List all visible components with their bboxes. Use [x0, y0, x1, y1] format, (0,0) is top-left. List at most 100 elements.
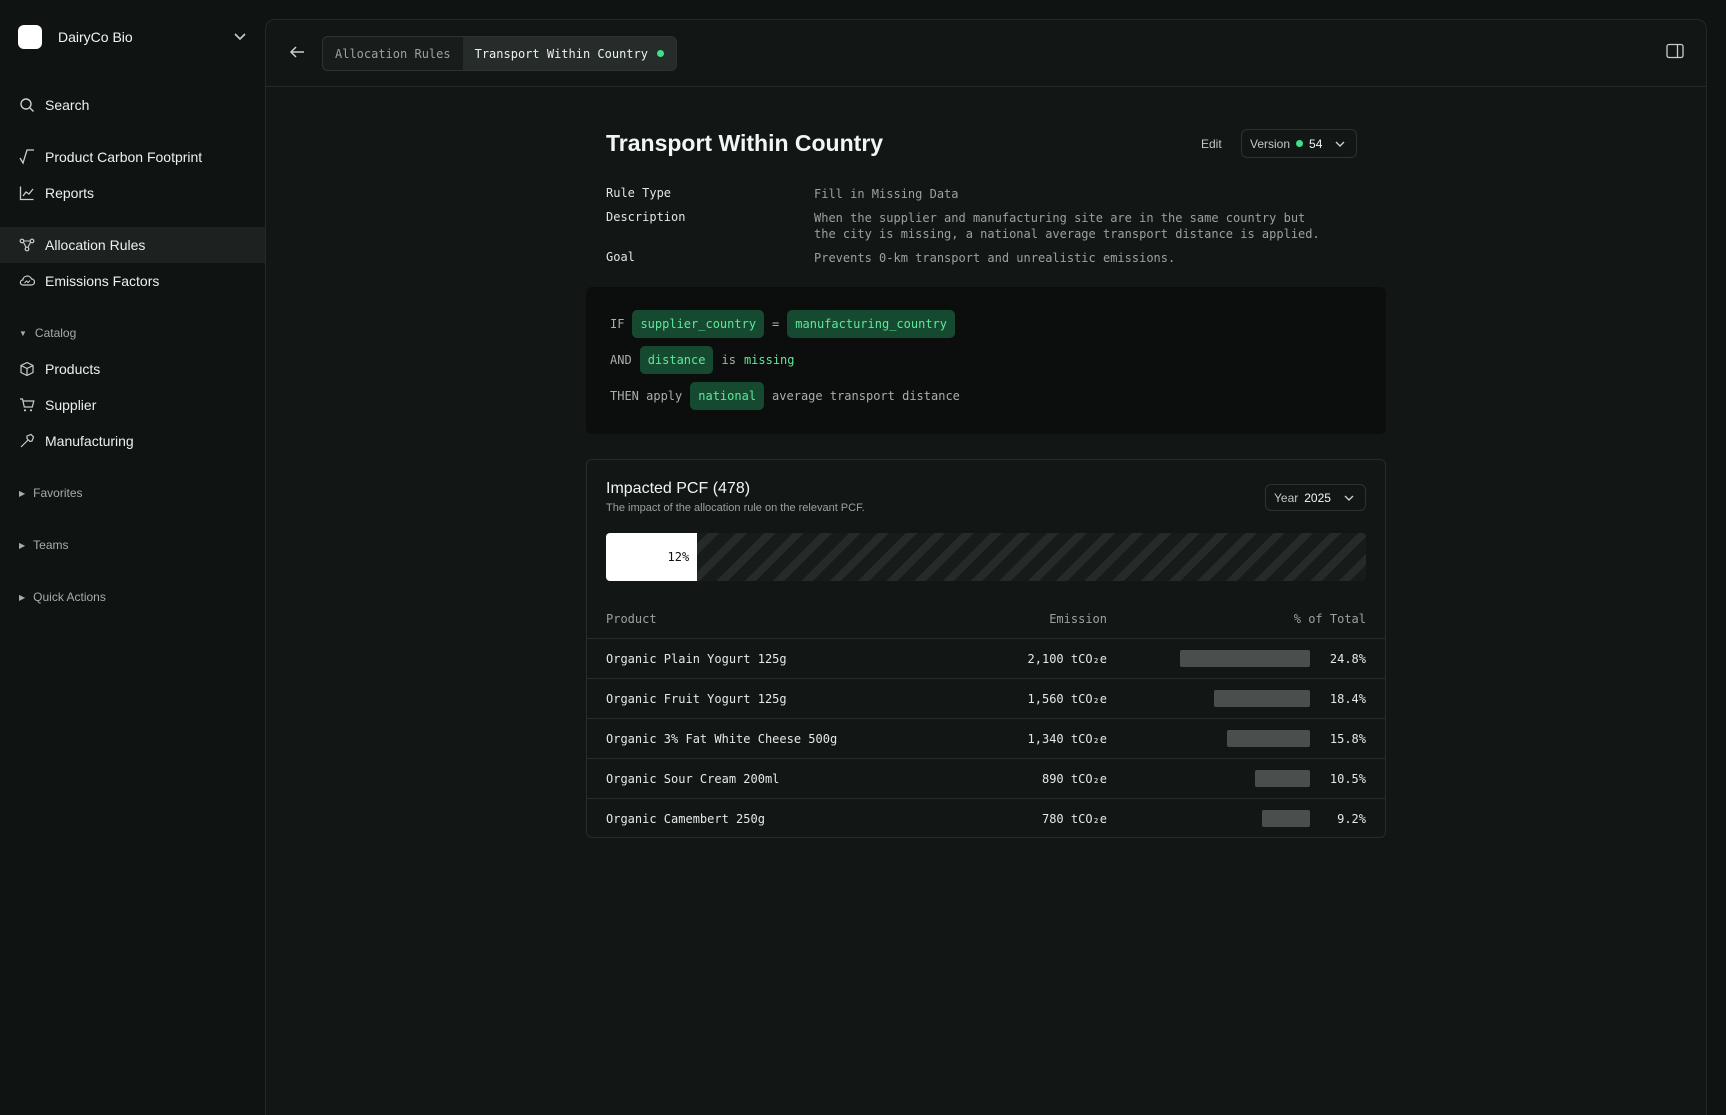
breadcrumb: Allocation Rules Transport Within Countr…	[322, 36, 677, 71]
sidebar-item-products[interactable]: Products	[0, 351, 266, 387]
search-icon	[20, 98, 34, 112]
cell-pct: 18.4%	[1329, 692, 1366, 706]
keyword-and: AND	[610, 353, 632, 367]
year-select[interactable]: Year 2025	[1265, 484, 1366, 511]
table-row[interactable]: Organic Sour Cream 200ml 890 tCO₂e 10.5%	[587, 758, 1385, 798]
sidebar-item-emissions-factors[interactable]: Emissions Factors	[0, 263, 266, 299]
caret-right-icon: ▶	[19, 592, 26, 602]
caret-right-icon: ▶	[19, 488, 26, 498]
version-number: 54	[1309, 136, 1323, 151]
meta-value-goal: Prevents 0-km transport and unrealistic …	[814, 251, 1176, 265]
impact-progress-bar: 12%	[606, 533, 1366, 581]
keyword-if: IF	[610, 317, 625, 331]
edit-button[interactable]: Edit	[1201, 137, 1222, 151]
cell-product: Organic Plain Yogurt 125g	[606, 652, 787, 666]
card-subtitle: The impact of the allocation rule on the…	[606, 502, 865, 514]
value-missing: missing	[743, 353, 795, 367]
cart-icon	[20, 398, 35, 412]
cell-pct: 10.5%	[1329, 772, 1366, 786]
cell-product: Organic Sour Cream 200ml	[606, 772, 780, 786]
table-row[interactable]: Organic Camembert 250g 780 tCO₂e 9.2%	[587, 798, 1385, 838]
breadcrumb-current-label: Transport Within Country	[474, 46, 648, 61]
sidebar-item-label: Product Carbon Footprint	[45, 149, 203, 165]
impact-progress-fill: 12%	[606, 533, 698, 581]
field-chip: national	[690, 382, 765, 410]
card-title: Impacted PCF (478)	[606, 480, 751, 497]
search-label: Search	[45, 97, 90, 113]
breadcrumb-allocation-rules[interactable]: Allocation Rules	[323, 37, 463, 70]
column-header-pct: % of Total	[1293, 612, 1366, 626]
sidebar-item-allocation-rules[interactable]: Allocation Rules	[0, 227, 266, 263]
field-chip: distance	[639, 346, 714, 374]
field-chip: manufacturing_country	[787, 310, 955, 338]
sidebar-item-reports[interactable]: Reports	[0, 175, 266, 211]
sidebar-item-label: Products	[45, 361, 101, 377]
cell-emission: 1,340 tCO₂e	[1027, 732, 1107, 746]
version-label: Version	[1250, 136, 1291, 151]
rule-line-if: IF supplier_country = manufacturing_coun…	[610, 310, 963, 338]
top-bar: Allocation Rules Transport Within Countr…	[266, 20, 1706, 87]
meta-value-rule-type: Fill in Missing Data	[814, 187, 959, 201]
sidebar-panel-icon[interactable]	[1666, 43, 1684, 59]
column-header-product: Product	[606, 612, 657, 626]
sidebar-item-label: Supplier	[45, 397, 97, 413]
meta-value-description: When the supplier and manufacturing site…	[814, 211, 1320, 241]
cell-share-bar	[1227, 730, 1310, 747]
teams-section-toggle[interactable]: ▶ Teams	[19, 536, 69, 554]
sidebar-item-label: Manufacturing	[45, 433, 134, 449]
box-icon	[20, 361, 34, 377]
cell-pct: 15.8%	[1329, 732, 1366, 746]
meta-label-rule-type: Rule Type	[606, 186, 672, 200]
meta-label-goal: Goal	[606, 250, 635, 264]
org-switcher[interactable]: DairyCo Bio	[18, 24, 248, 50]
sidebar: DairyCo Bio Search Product Carbon Footpr…	[0, 0, 266, 1115]
cell-product: Organic Fruit Yogurt 125g	[606, 692, 787, 706]
catalog-label: Catalog	[34, 326, 77, 340]
caret-right-icon: ▶	[19, 540, 26, 550]
chevron-down-icon	[1344, 495, 1354, 501]
cell-share-bar	[1255, 770, 1310, 787]
cell-share-bar	[1262, 810, 1310, 827]
catalog-section-toggle[interactable]: ▼ Catalog	[19, 324, 76, 342]
field-chip: supplier_country	[632, 310, 765, 338]
status-dot	[1296, 140, 1304, 147]
operator-equals: =	[772, 317, 780, 331]
cell-emission: 890 tCO₂e	[1041, 772, 1107, 786]
quick-actions-section-toggle[interactable]: ▶ Quick Actions	[19, 588, 106, 606]
table-row[interactable]: Organic Plain Yogurt 125g 2,100 tCO₂e 24.8…	[587, 638, 1385, 678]
sidebar-item-supplier[interactable]: Supplier	[0, 387, 266, 423]
breadcrumb-current[interactable]: Transport Within Country	[462, 37, 676, 70]
chevron-down-icon	[234, 33, 246, 41]
sidebar-item-label: Reports	[45, 185, 95, 201]
impacted-pcf-card: Impacted PCF (478) The impact of the all…	[586, 459, 1386, 838]
sidebar-item-product-carbon-footprint[interactable]: Product Carbon Footprint	[0, 139, 266, 175]
page-title: Transport Within Country	[606, 130, 884, 156]
org-logo	[18, 25, 42, 49]
cell-emission: 1,560 tCO₂e	[1027, 692, 1107, 706]
org-name: DairyCo Bio	[58, 29, 133, 45]
favorites-label: Favorites	[33, 486, 83, 500]
cell-product: Organic 3% Fat White Cheese 500g	[606, 732, 838, 746]
arrow-left-icon[interactable]	[288, 43, 306, 61]
rule-line-and: AND distance is missing	[610, 346, 803, 374]
sidebar-search[interactable]: Search	[0, 87, 266, 123]
hammer-icon	[20, 433, 35, 448]
table-row[interactable]: Organic 3% Fat White Cheese 500g 1,340 tC…	[587, 718, 1385, 758]
meta-label-description: Description	[606, 210, 686, 224]
sidebar-item-label: Emissions Factors	[45, 273, 160, 289]
sidebar-item-manufacturing[interactable]: Manufacturing	[0, 423, 266, 459]
cell-emission: 780 tCO₂e	[1041, 812, 1107, 826]
year-value: 2025	[1304, 490, 1331, 505]
caret-down-icon: ▼	[19, 328, 27, 338]
version-select[interactable]: Version 54	[1241, 129, 1357, 158]
cell-share-bar	[1180, 650, 1310, 667]
cell-product: Organic Camembert 250g	[606, 812, 765, 826]
rule-line-then: THEN apply national average transport di…	[610, 382, 968, 410]
table-row[interactable]: Organic Fruit Yogurt 125g 1,560 tCO₂e 18.4…	[587, 678, 1385, 718]
favorites-section-toggle[interactable]: ▶ Favorites	[19, 484, 83, 502]
quick-actions-label: Quick Actions	[33, 590, 106, 604]
cell-emission: 2,100 tCO₂e	[1027, 652, 1107, 666]
keyword-is: is	[721, 353, 736, 367]
nodes-icon	[19, 238, 35, 252]
chevron-down-icon	[1335, 141, 1345, 147]
